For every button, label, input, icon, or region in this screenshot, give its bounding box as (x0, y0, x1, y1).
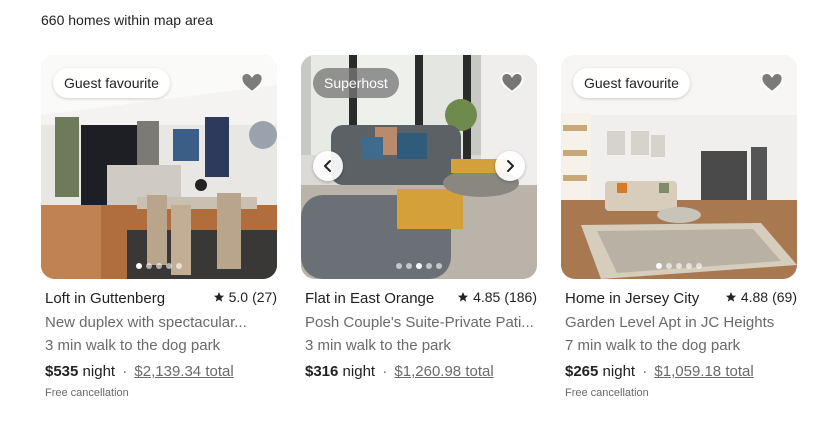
heart-icon[interactable] (239, 69, 265, 95)
guest-favourite-badge: Guest favourite (53, 68, 170, 98)
pagination-dot (156, 263, 162, 269)
listing-title: Flat in East Orange (305, 290, 435, 307)
review-count: (69) (772, 289, 797, 305)
listing-rating: 4.85 (186) (457, 289, 537, 305)
heart-icon[interactable] (759, 69, 785, 95)
photo-pagination-dots (301, 263, 537, 269)
chevron-right-icon (507, 160, 514, 172)
photo-pagination-dots (41, 263, 277, 269)
price-separator: · (642, 363, 648, 380)
listing-distance: 3 min walk to the dog park (45, 337, 221, 354)
listing-card[interactable]: Guest favourite Loft in Guttenberg 5.0 (… (41, 55, 277, 401)
pagination-dot (136, 263, 142, 269)
total-price-link[interactable]: $1,059.18 total (654, 363, 753, 380)
pagination-dot (666, 263, 672, 269)
listing-distance: 7 min walk to the dog park (565, 337, 741, 354)
listing-description: Posh Couple's Suite-Private Pati... (305, 314, 534, 331)
price-row: $316 night · $1,260.98 total (305, 359, 537, 385)
rating-value: 4.88 (740, 289, 769, 305)
listing-title: Home in Jersey City (565, 290, 700, 307)
previous-photo-button[interactable] (313, 151, 343, 181)
pagination-dot (426, 263, 432, 269)
listing-info: Loft in Guttenberg 5.0 (27) New duplex w… (41, 289, 277, 401)
listing-photo[interactable]: Guest favourite (41, 55, 277, 279)
pagination-dot (656, 263, 662, 269)
pagination-dot (416, 263, 422, 269)
price-unit: night (602, 363, 636, 380)
next-photo-button[interactable] (495, 151, 525, 181)
star-icon (457, 291, 469, 303)
review-count: (27) (252, 289, 277, 305)
listing-photo[interactable]: Guest favourite (561, 55, 797, 279)
rating-value: 4.85 (473, 289, 501, 305)
total-price-link[interactable]: $2,139.34 total (134, 363, 233, 380)
price-separator: · (122, 363, 128, 380)
star-icon (213, 291, 225, 303)
price-row: $265 night · $1,059.18 total (565, 359, 797, 385)
price-unit: night (82, 363, 116, 380)
listing-rating: 4.88 (69) (725, 289, 797, 305)
pagination-dot (396, 263, 402, 269)
listing-description: New duplex with spectacular... (45, 314, 247, 331)
guest-favourite-badge: Guest favourite (573, 68, 690, 98)
pagination-dot (166, 263, 172, 269)
rating-value: 5.0 (228, 289, 249, 305)
nightly-price: $265 (565, 363, 599, 380)
listing-photo[interactable]: Superhost (301, 55, 537, 279)
results-count: 660 homes within map area (41, 12, 213, 28)
nightly-price: $316 (305, 363, 339, 380)
pagination-dot (176, 263, 182, 269)
listing-description: Garden Level Apt in JC Heights (565, 314, 775, 331)
pagination-dot (676, 263, 682, 269)
listing-title: Loft in Guttenberg (45, 290, 166, 307)
review-count: (186) (504, 289, 537, 305)
star-icon (725, 291, 737, 303)
search-results-page: 660 homes within map area Guest favourit… (0, 0, 822, 424)
heart-icon[interactable] (499, 69, 525, 95)
chevron-left-icon (324, 160, 331, 172)
photo-pagination-dots (561, 263, 797, 269)
free-cancellation: Free cancellation (565, 387, 649, 399)
listing-card[interactable]: Superhost Flat in East Orange 4.85 (186) (301, 55, 537, 385)
price-unit: night (342, 363, 376, 380)
listing-info: Flat in East Orange 4.85 (186) Posh Coup… (301, 289, 537, 385)
free-cancellation: Free cancellation (45, 387, 129, 399)
pagination-dot (696, 263, 702, 269)
listing-distance: 3 min walk to the park (305, 337, 451, 354)
total-price-link[interactable]: $1,260.98 total (394, 363, 493, 380)
pagination-dot (686, 263, 692, 269)
listing-card[interactable]: Guest favourite Home in Jersey City 4.88… (561, 55, 797, 401)
pagination-dot (406, 263, 412, 269)
pagination-dot (436, 263, 442, 269)
price-separator: · (382, 363, 388, 380)
price-row: $535 night · $2,139.34 total (45, 359, 277, 385)
listing-rating: 5.0 (27) (213, 289, 277, 305)
listing-info: Home in Jersey City 4.88 (69) Garden Lev… (561, 289, 797, 401)
superhost-badge: Superhost (313, 68, 399, 98)
nightly-price: $535 (45, 363, 79, 380)
pagination-dot (146, 263, 152, 269)
